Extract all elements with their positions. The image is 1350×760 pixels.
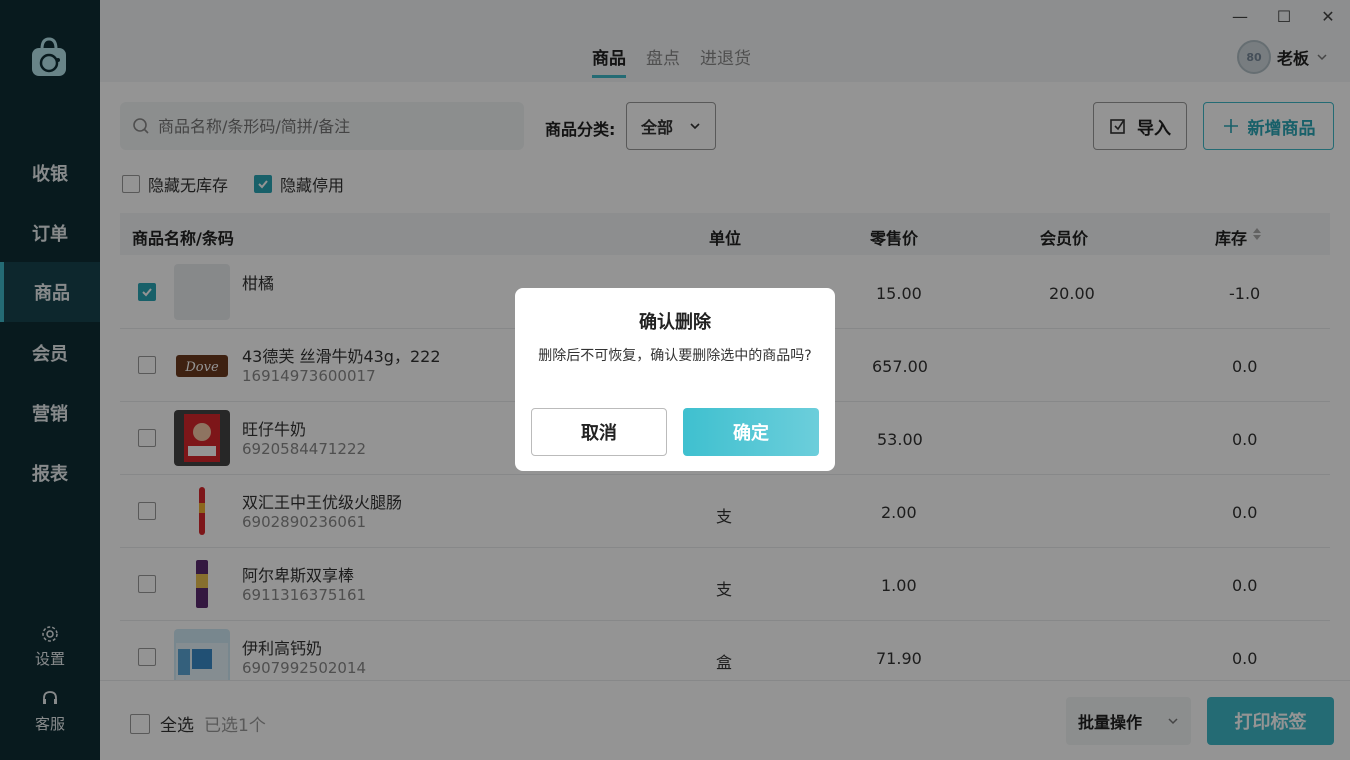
confirm-delete-dialog: 确认删除 删除后不可恢复，确认要删除选中的商品吗? 取消 确定: [515, 288, 835, 471]
confirm-button[interactable]: 确定: [683, 408, 819, 456]
dialog-title: 确认删除: [639, 312, 711, 333]
cancel-button[interactable]: 取消: [531, 408, 667, 456]
dialog-message: 删除后不可恢复，确认要删除选中的商品吗?: [538, 348, 812, 364]
